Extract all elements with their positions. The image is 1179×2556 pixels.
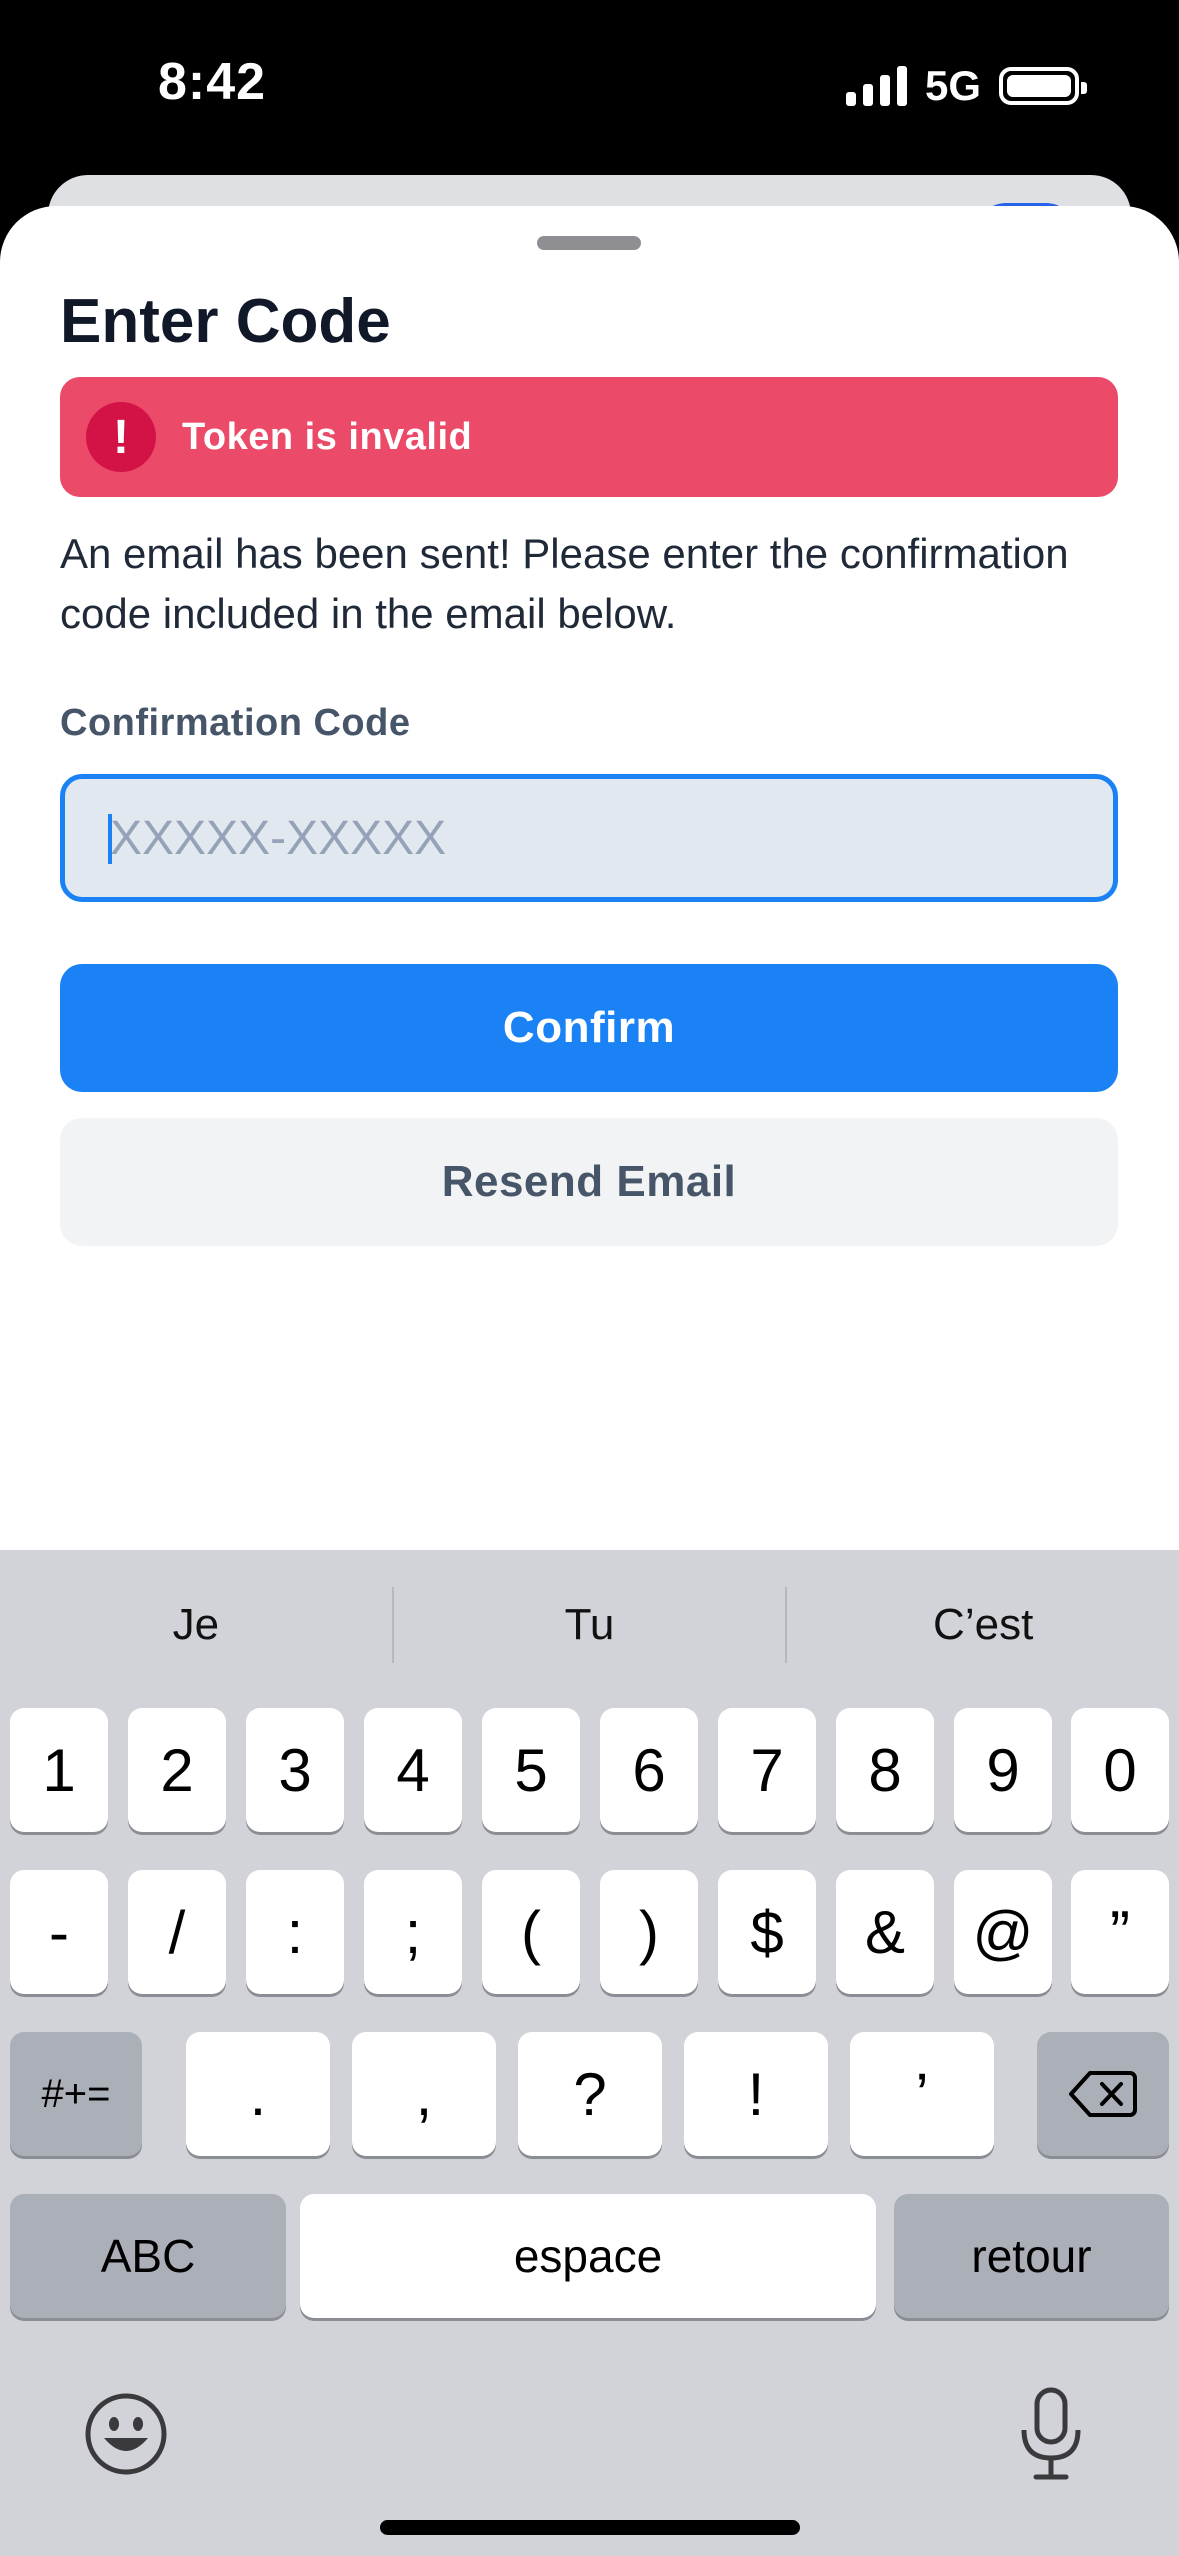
space-key[interactable]: espace — [300, 2194, 876, 2318]
backspace-icon — [1069, 2071, 1137, 2117]
microphone-icon[interactable] — [1018, 2386, 1084, 2482]
key-1[interactable]: 1 — [10, 1708, 108, 1832]
signal-icon — [845, 66, 907, 106]
key-ampersand[interactable]: & — [836, 1870, 934, 1994]
key-open-paren[interactable]: ( — [482, 1870, 580, 1994]
delete-key[interactable] — [1037, 2032, 1169, 2156]
key-dollar[interactable]: $ — [718, 1870, 816, 1994]
key-3[interactable]: 3 — [246, 1708, 344, 1832]
return-key[interactable]: retour — [894, 2194, 1169, 2318]
suggestion-item[interactable]: C’est — [787, 1600, 1179, 1650]
key-question[interactable]: ? — [518, 2032, 662, 2156]
text-caret — [108, 814, 112, 864]
key-apostrophe[interactable]: ’ — [850, 2032, 994, 2156]
key-close-paren[interactable]: ) — [600, 1870, 698, 1994]
key-2[interactable]: 2 — [128, 1708, 226, 1832]
key-0[interactable]: 0 — [1071, 1708, 1169, 1832]
key-exclamation[interactable]: ! — [684, 2032, 828, 2156]
suggestion-bar: Je Tu C’est — [0, 1550, 1179, 1700]
key-4[interactable]: 4 — [364, 1708, 462, 1832]
home-indicator[interactable] — [380, 2520, 800, 2535]
key-7[interactable]: 7 — [718, 1708, 816, 1832]
battery-icon — [999, 67, 1087, 105]
suggestion-item[interactable]: Je — [0, 1600, 392, 1650]
status-indicators: 5G — [845, 62, 1087, 110]
confirmation-code-label: Confirmation Code — [60, 702, 411, 744]
emoji-icon[interactable] — [84, 2392, 168, 2476]
keyboard: Je Tu C’est 1 2 3 4 5 6 7 8 9 0 - / : ; … — [0, 1550, 1179, 2556]
key-hyphen[interactable]: - — [10, 1870, 108, 1994]
key-period[interactable]: . — [186, 2032, 330, 2156]
key-quote[interactable]: ” — [1071, 1870, 1169, 1994]
confirmation-code-input[interactable] — [60, 774, 1118, 902]
resend-email-button[interactable]: Resend Email — [60, 1118, 1118, 1246]
instructions-text: An email has been sent! Please enter the… — [60, 530, 1069, 637]
key-5[interactable]: 5 — [482, 1708, 580, 1832]
status-bar: 8:42 5G — [0, 0, 1179, 175]
enter-code-sheet: Enter Code ! Token is invalid An email h… — [0, 206, 1179, 1550]
key-abc[interactable]: ABC — [10, 2194, 286, 2318]
key-6[interactable]: 6 — [600, 1708, 698, 1832]
key-colon[interactable]: : — [246, 1870, 344, 1994]
key-semicolon[interactable]: ; — [364, 1870, 462, 1994]
key-9[interactable]: 9 — [954, 1708, 1052, 1832]
sheet-grabber[interactable] — [537, 236, 641, 250]
key-8[interactable]: 8 — [836, 1708, 934, 1832]
confirm-button[interactable]: Confirm — [60, 964, 1118, 1092]
page-title: Enter Code — [60, 287, 391, 356]
error-alert: ! Token is invalid — [60, 377, 1118, 497]
network-label: 5G — [924, 62, 981, 109]
suggestion-item[interactable]: Tu — [394, 1600, 786, 1650]
key-comma[interactable]: , — [352, 2032, 496, 2156]
status-time: 8:42 — [158, 53, 267, 111]
key-at[interactable]: @ — [954, 1870, 1052, 1994]
key-slash[interactable]: / — [128, 1870, 226, 1994]
key-more-symbols[interactable]: #+= — [10, 2032, 142, 2156]
exclamation-icon: ! — [86, 402, 156, 472]
error-message: Token is invalid — [182, 415, 473, 458]
